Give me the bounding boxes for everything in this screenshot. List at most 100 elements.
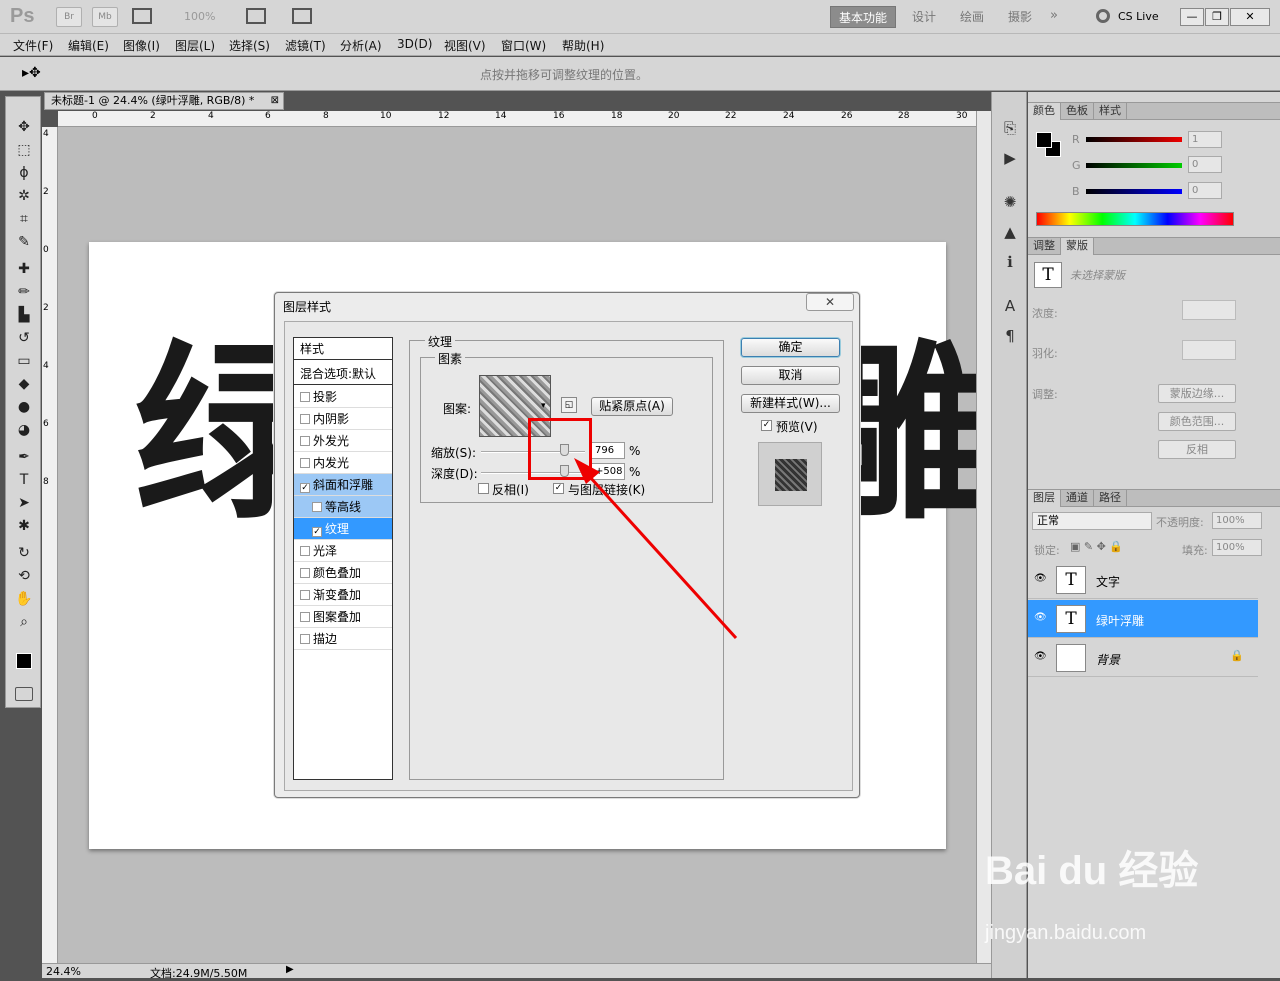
menu-layer[interactable]: 图层(L) xyxy=(175,37,215,54)
style-item-pattern-overlay[interactable]: 图案叠加 xyxy=(294,606,392,628)
character-panel-icon[interactable]: A xyxy=(1000,296,1020,316)
new-preset-icon[interactable]: ◱ xyxy=(561,397,577,413)
opacity-value[interactable]: 100% xyxy=(1212,512,1262,529)
histogram-panel-icon[interactable]: ▲ xyxy=(1000,222,1020,242)
paint-bucket-tool-icon[interactable]: ◆ xyxy=(12,374,36,394)
b-value[interactable]: 0 xyxy=(1188,182,1222,199)
lock-icons[interactable]: ▣ ✎ ✥ 🔒 xyxy=(1070,540,1123,553)
menu-edit[interactable]: 编辑(E) xyxy=(68,37,109,54)
cancel-button[interactable]: 取消 xyxy=(741,366,840,385)
move-tool-preset-icon[interactable]: ▸✥ xyxy=(22,65,41,81)
3d-rotate-tool-icon[interactable]: ↻ xyxy=(12,543,36,563)
move-tool-icon[interactable]: ✥ xyxy=(12,117,36,137)
3d-orbit-tool-icon[interactable]: ⟲ xyxy=(12,566,36,586)
color-range-button[interactable]: 颜色范围... xyxy=(1158,412,1236,431)
style-item-stroke[interactable]: 描边 xyxy=(294,628,392,650)
checkbox[interactable] xyxy=(300,392,310,402)
invert-checkbox[interactable] xyxy=(478,483,489,494)
b-slider[interactable] xyxy=(1086,189,1182,194)
style-item-gradient-overlay[interactable]: 渐变叠加 xyxy=(294,584,392,606)
close-window-button[interactable]: ✕ xyxy=(1230,8,1270,26)
layer-row-selected[interactable]: 👁 T 绿叶浮雕 xyxy=(1028,600,1258,638)
visibility-eye-icon[interactable]: 👁 xyxy=(1034,612,1048,624)
zoom-tool-icon[interactable]: ⌕ xyxy=(12,612,36,632)
fg-color-swatch[interactable] xyxy=(1036,132,1052,148)
document-tab[interactable]: 未标题-1 @ 24.4% (绿叶浮雕, RGB/8) * ⊠ xyxy=(44,92,284,110)
quick-select-tool-icon[interactable]: ✲ xyxy=(12,186,36,206)
styles-header[interactable]: 样式 xyxy=(294,338,392,360)
pen-tool-icon[interactable]: ✒ xyxy=(12,447,36,467)
type-tool-icon[interactable]: T xyxy=(12,470,36,490)
eyedropper-tool-icon[interactable]: ✎ xyxy=(12,232,36,252)
visibility-eye-icon[interactable]: 👁 xyxy=(1034,573,1048,585)
menu-filter[interactable]: 滤镜(T) xyxy=(285,37,326,54)
menu-help[interactable]: 帮助(H) xyxy=(562,37,604,54)
density-field[interactable] xyxy=(1182,300,1236,320)
checkbox-checked[interactable]: ✓ xyxy=(300,483,310,493)
mask-edge-button[interactable]: 蒙版边缘... xyxy=(1158,384,1236,403)
checkbox[interactable] xyxy=(312,502,322,512)
r-slider[interactable] xyxy=(1086,137,1182,142)
tab-channels[interactable]: 通道 xyxy=(1061,490,1094,507)
checkbox-checked[interactable]: ✓ xyxy=(312,527,322,537)
checkbox[interactable] xyxy=(300,568,310,578)
tab-masks[interactable]: 蒙版 xyxy=(1061,238,1094,255)
dodge-tool-icon[interactable]: ◕ xyxy=(12,420,36,440)
style-item-outer-glow[interactable]: 外发光 xyxy=(294,430,392,452)
style-item-satin[interactable]: 光泽 xyxy=(294,540,392,562)
3d-panel-icon[interactable]: ✺ xyxy=(1000,192,1020,212)
history-brush-tool-icon[interactable]: ↺ xyxy=(12,328,36,348)
crop-tool-icon[interactable]: ⌗ xyxy=(12,209,36,229)
foreground-color-swatch[interactable] xyxy=(16,653,32,669)
r-value[interactable]: 1 xyxy=(1188,131,1222,148)
g-value[interactable]: 0 xyxy=(1188,156,1222,173)
layer-row[interactable]: 👁 背景 🔒 xyxy=(1028,639,1258,677)
invert-mask-button[interactable]: 反相 xyxy=(1158,440,1236,459)
menu-analysis[interactable]: 分析(A) xyxy=(340,37,382,54)
close-document-icon[interactable]: ⊠ xyxy=(271,93,279,109)
path-select-tool-icon[interactable]: ➤ xyxy=(12,493,36,513)
hand-tool-icon[interactable]: ✋ xyxy=(12,589,36,609)
blend-options-item[interactable]: 混合选项:默认 xyxy=(294,363,392,385)
ok-button[interactable]: 确定 xyxy=(741,338,840,357)
bridge-button[interactable]: Br xyxy=(56,7,82,27)
arrange-documents-icon[interactable] xyxy=(246,8,266,24)
style-item-bevel-emboss[interactable]: ✓ 斜面和浮雕 xyxy=(294,474,392,496)
menu-file[interactable]: 文件(F) xyxy=(13,37,53,54)
status-menu-arrow-icon[interactable]: ▶ xyxy=(286,964,294,975)
view-extras-icon[interactable] xyxy=(132,8,152,24)
menu-3d[interactable]: 3D(D) xyxy=(397,37,432,51)
tab-color[interactable]: 颜色 xyxy=(1028,103,1061,120)
shape-tool-icon[interactable]: ✱ xyxy=(12,516,36,536)
pattern-dropdown-icon[interactable]: ▾ xyxy=(541,401,546,411)
cslive-menu[interactable]: CS Live xyxy=(1118,10,1159,23)
workspace-painting[interactable]: 绘画 xyxy=(954,6,990,28)
visibility-eye-icon[interactable]: 👁 xyxy=(1034,651,1048,663)
eraser-tool-icon[interactable]: ▭ xyxy=(12,351,36,371)
fill-value[interactable]: 100% xyxy=(1212,539,1262,556)
checkbox[interactable] xyxy=(300,590,310,600)
style-item-texture[interactable]: ✓ 纹理 xyxy=(294,518,392,540)
workspace-photography[interactable]: 摄影 xyxy=(1002,6,1038,28)
preview-checkbox[interactable]: ✓ xyxy=(761,420,772,431)
checkbox[interactable] xyxy=(300,414,310,424)
menu-view[interactable]: 视图(V) xyxy=(444,37,486,54)
snap-to-origin-button[interactable]: 贴紧原点(A) xyxy=(591,397,673,416)
checkbox[interactable] xyxy=(300,458,310,468)
color-spectrum[interactable] xyxy=(1036,212,1234,226)
status-zoom[interactable]: 24.4% xyxy=(46,965,81,978)
history-panel-icon[interactable]: ⎘ xyxy=(1000,118,1020,138)
menu-select[interactable]: 选择(S) xyxy=(229,37,270,54)
checkbox[interactable] xyxy=(300,546,310,556)
lasso-tool-icon[interactable]: ϕ xyxy=(12,163,36,183)
checkbox[interactable] xyxy=(300,634,310,644)
tab-layers[interactable]: 图层 xyxy=(1028,490,1061,507)
tab-styles[interactable]: 样式 xyxy=(1094,103,1127,120)
checkbox[interactable] xyxy=(300,436,310,446)
mini-bridge-button[interactable]: Mb xyxy=(92,7,118,27)
paragraph-panel-icon[interactable]: ¶ xyxy=(1000,326,1020,346)
blur-tool-icon[interactable]: ● xyxy=(12,397,36,417)
style-item-inner-glow[interactable]: 内发光 xyxy=(294,452,392,474)
g-slider[interactable] xyxy=(1086,163,1182,168)
screen-mode-icon[interactable] xyxy=(292,8,312,24)
